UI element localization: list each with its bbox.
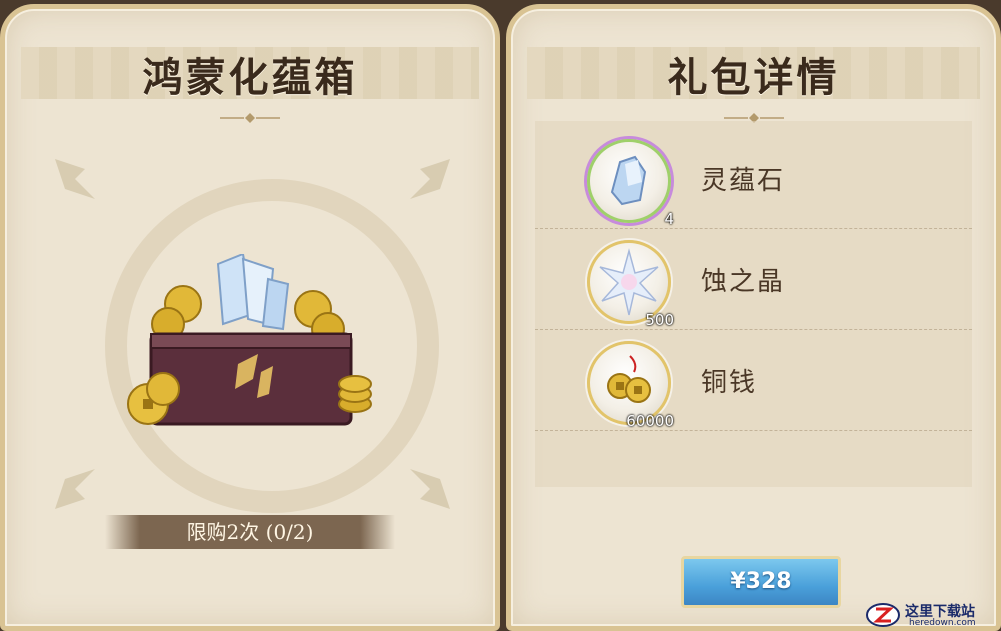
crystal-star-icon: 500 (587, 240, 674, 329)
purchase-limit-label: 限购2次 (0/2) (105, 515, 395, 549)
box-title: 鸿蒙化蕴箱 (142, 54, 358, 101)
copper-coins-icon: 60000 (587, 341, 674, 430)
spirit-stone-icon: 4 (587, 139, 674, 228)
reward-item[interactable]: 4 灵蕴石 (535, 127, 972, 229)
reward-item[interactable]: 60000 铜钱 (535, 329, 972, 431)
watermark-url: heredown.com (909, 618, 976, 628)
item-count: 60000 (626, 412, 674, 430)
reward-item[interactable]: 500 蚀之晶 (535, 228, 972, 330)
item-count: 500 (645, 311, 674, 329)
treasure-chest-icon (127, 254, 372, 426)
gift-pack-details-panel: 礼包详情 4 灵蕴石 500 蚀之晶 60000 铜钱 ¥328 (506, 4, 1001, 631)
corner-ornament-icon (410, 159, 450, 199)
watermark-logo-icon (866, 603, 900, 627)
purchase-price-button[interactable]: ¥328 (681, 556, 841, 608)
corner-ornament-icon (55, 159, 95, 199)
details-title: 礼包详情 (667, 54, 840, 101)
site-watermark: 这里下载站 heredown.com (865, 601, 997, 629)
title-divider-ornament (220, 113, 280, 123)
corner-ornament-icon (55, 469, 95, 509)
corner-ornament-icon (410, 469, 450, 509)
box-preview-panel: 鸿蒙化蕴箱 限购2次 (0/2) (0, 4, 500, 631)
item-name: 蚀之晶 (701, 267, 786, 297)
reward-list: 4 灵蕴石 500 蚀之晶 60000 铜钱 (535, 121, 972, 487)
item-name: 铜钱 (701, 368, 758, 398)
item-count: 4 (664, 210, 674, 228)
item-name: 灵蕴石 (701, 166, 786, 196)
